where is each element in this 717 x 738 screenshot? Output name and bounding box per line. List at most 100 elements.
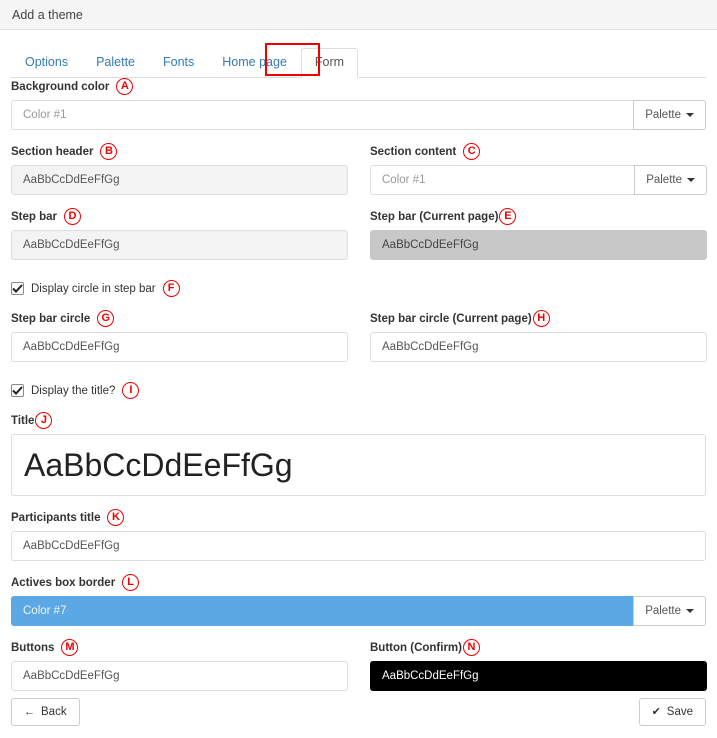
label-text: Button (Confirm) [370, 641, 462, 654]
palette-button-actives-box-border[interactable]: Palette [633, 596, 706, 626]
field-button-confirm: Button (Confirm) N AaBbCcDdEeFfGg [370, 639, 707, 691]
display-circle-checkbox[interactable] [11, 282, 24, 295]
palette-button-label: Palette [645, 605, 681, 617]
tabs-container: Options Palette Fonts Home page Form [0, 30, 717, 78]
label-step-bar-circle-current: Step bar circle (Current page) H [370, 310, 550, 327]
caret-down-icon [687, 178, 695, 182]
palette-button-background-color[interactable]: Palette [633, 100, 706, 130]
palette-button-section-content[interactable]: Palette [634, 165, 707, 195]
field-buttons: Buttons M AaBbCcDdEeFfGg [11, 639, 348, 691]
window-header: Add a theme [0, 0, 717, 30]
title-input[interactable]: AaBbCcDdEeFfGg [11, 434, 706, 496]
row-participants-title: Participants title K AaBbCcDdEeFfGg [11, 496, 706, 561]
input-group-actives-box-border: Color #7 Palette [11, 596, 706, 626]
row-background-color: Background color A Color #1 Palette [11, 78, 706, 130]
label-text: Step bar (Current page) [370, 210, 499, 223]
row-section: Section header B AaBbCcDdEeFfGg Section … [11, 130, 707, 195]
input-group-section-content: Color #1 Palette [370, 165, 707, 195]
annotation-l: L [122, 574, 140, 591]
step-bar-current-input[interactable]: AaBbCcDdEeFfGg [370, 230, 707, 260]
field-step-bar-circle: Step bar circle G AaBbCcDdEeFfGg [11, 310, 348, 362]
field-section-content: Section content C Color #1 Palette [370, 143, 707, 195]
checkbox-row-display-title[interactable]: Display the title? I [11, 382, 706, 399]
check-icon: ✔ [651, 705, 661, 718]
tab-list: Options Palette Fonts Home page Form [11, 48, 706, 78]
label-step-bar: Step bar D [11, 208, 82, 225]
annotation-b: B [100, 143, 118, 160]
form-footer: ← Back ✔ Save [0, 698, 717, 726]
field-step-bar-circle-current: Step bar circle (Current page) H AaBbCcD… [370, 310, 707, 362]
caret-down-icon [686, 609, 694, 613]
label-step-bar-current: Step bar (Current page) E [370, 208, 517, 225]
label-title: Title J [11, 412, 53, 429]
label-section-header: Section header B [11, 143, 118, 160]
label-text: Step bar circle [11, 312, 91, 325]
field-step-bar-current: Step bar (Current page) E AaBbCcDdEeFfGg [370, 208, 707, 260]
annotation-i: I [122, 382, 140, 399]
annotation-f: F [162, 280, 180, 297]
label-text: Section header [11, 145, 94, 158]
label-text: Participants title [11, 511, 101, 524]
actives-box-border-input[interactable]: Color #7 [11, 596, 634, 626]
field-participants-title: Participants title K AaBbCcDdEeFfGg [11, 509, 706, 561]
label-text: Buttons [11, 641, 55, 654]
annotation-m: M [61, 639, 79, 656]
field-section-header: Section header B AaBbCcDdEeFfGg [11, 143, 348, 195]
label-text: Step bar circle (Current page) [370, 312, 532, 325]
display-title-checkbox[interactable] [11, 384, 24, 397]
annotation-a: A [116, 78, 134, 95]
back-button[interactable]: ← Back [11, 698, 80, 726]
annotation-c: C [463, 143, 481, 160]
label-text: Title [11, 414, 35, 427]
participants-title-input[interactable]: AaBbCcDdEeFfGg [11, 531, 706, 561]
background-color-input[interactable]: Color #1 [11, 100, 634, 130]
field-background-color: Background color A Color #1 Palette [11, 78, 706, 130]
tab-home-page[interactable]: Home page [208, 48, 301, 78]
annotation-j: J [35, 412, 53, 429]
save-button[interactable]: ✔ Save [638, 698, 706, 726]
label-text: Background color [11, 80, 110, 93]
annotation-d: D [64, 208, 82, 225]
label-text: Section content [370, 145, 457, 158]
label-step-bar-circle: Step bar circle G [11, 310, 115, 327]
section-header-input[interactable]: AaBbCcDdEeFfGg [11, 165, 348, 195]
label-participants-title: Participants title K [11, 509, 125, 526]
step-bar-circle-current-input[interactable]: AaBbCcDdEeFfGg [370, 332, 707, 362]
display-circle-label: Display circle in step bar [31, 282, 156, 295]
button-confirm-input[interactable]: AaBbCcDdEeFfGg [370, 661, 707, 691]
tab-palette[interactable]: Palette [82, 48, 149, 78]
row-title: Title J AaBbCcDdEeFfGg [11, 399, 706, 496]
annotation-n: N [462, 639, 480, 656]
tab-form[interactable]: Form [300, 48, 359, 78]
back-button-label: Back [41, 706, 67, 718]
tab-fonts[interactable]: Fonts [149, 48, 208, 78]
label-buttons: Buttons M [11, 639, 79, 656]
checkbox-row-display-circle[interactable]: Display circle in step bar F [11, 280, 706, 297]
form-body: Background color A Color #1 Palette Sect… [0, 78, 717, 691]
annotation-h: H [532, 310, 550, 327]
label-text: Step bar [11, 210, 58, 223]
field-actives-box-border: Actives box border L Color #7 Palette [11, 574, 706, 626]
save-button-label: Save [666, 706, 693, 718]
display-title-label: Display the title? [31, 384, 116, 397]
row-buttons: Buttons M AaBbCcDdEeFfGg Button (Confirm… [11, 626, 707, 691]
step-bar-input[interactable]: AaBbCcDdEeFfGg [11, 230, 348, 260]
tab-options[interactable]: Options [11, 48, 82, 78]
row-step-bar: Step bar D AaBbCcDdEeFfGg Step bar (Curr… [11, 195, 707, 260]
label-text: Actives box border [11, 576, 116, 589]
check-icon [12, 284, 23, 293]
row-step-bar-circle: Step bar circle G AaBbCcDdEeFfGg Step ba… [11, 297, 707, 362]
annotation-e: E [499, 208, 517, 225]
label-background-color: Background color A [11, 78, 134, 95]
annotation-g: G [97, 310, 115, 327]
caret-down-icon [686, 113, 694, 117]
palette-button-label: Palette [645, 109, 681, 121]
field-step-bar: Step bar D AaBbCcDdEeFfGg [11, 208, 348, 260]
section-content-input[interactable]: Color #1 [370, 165, 635, 195]
window-title: Add a theme [12, 7, 83, 22]
buttons-input[interactable]: AaBbCcDdEeFfGg [11, 661, 348, 691]
label-actives-box-border: Actives box border L [11, 574, 140, 591]
check-icon [12, 386, 23, 395]
annotation-k: K [107, 509, 125, 526]
step-bar-circle-input[interactable]: AaBbCcDdEeFfGg [11, 332, 348, 362]
